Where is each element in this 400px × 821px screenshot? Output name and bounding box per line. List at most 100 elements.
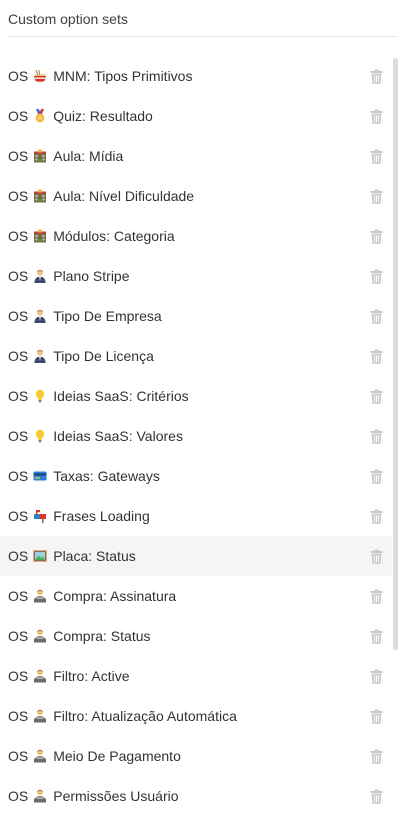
trash-icon[interactable] — [370, 149, 383, 164]
option-set-row[interactable]: OS MNM: Tipos Primitivos — [0, 56, 392, 96]
option-set-name: Meio De Pagamento — [53, 748, 181, 764]
option-set-prefix: OS — [8, 628, 29, 644]
trash-icon[interactable] — [370, 69, 383, 84]
option-set-prefix: OS — [8, 388, 29, 404]
trash-icon[interactable] — [370, 389, 383, 404]
option-set-row[interactable]: OS Tipo De Empresa — [0, 296, 392, 336]
trash-icon[interactable] — [370, 669, 383, 684]
option-set-name: Compra: Status — [53, 628, 151, 644]
option-set-prefix: OS — [8, 748, 29, 764]
option-set-row[interactable]: OS Filtro: Atualização Automática — [0, 696, 392, 736]
businessperson-icon — [33, 349, 47, 363]
medal-icon — [33, 109, 47, 123]
option-set-prefix: OS — [8, 548, 29, 564]
title-divider — [8, 36, 397, 37]
office-worker-icon — [33, 709, 47, 723]
option-set-prefix: OS — [8, 708, 29, 724]
option-set-row[interactable]: OS Compra: Assinatura — [0, 576, 392, 616]
school-building-icon — [33, 149, 47, 163]
light-bulb-icon — [33, 389, 47, 403]
trash-icon[interactable] — [370, 469, 383, 484]
option-set-name: Permissões Usuário — [53, 788, 179, 804]
option-set-row[interactable]: OS Meio De Pagamento — [0, 736, 392, 776]
trash-icon[interactable] — [370, 189, 383, 204]
option-set-name: Ideias SaaS: Critérios — [53, 388, 189, 404]
option-set-prefix: OS — [8, 148, 29, 164]
businessperson-icon — [33, 309, 47, 323]
trash-icon[interactable] — [370, 349, 383, 364]
option-set-name: Frases Loading — [53, 508, 150, 524]
trash-icon[interactable] — [370, 309, 383, 324]
option-set-prefix: OS — [8, 308, 29, 324]
option-set-row[interactable]: OS Plano Stripe — [0, 256, 392, 296]
trash-icon[interactable] — [370, 269, 383, 284]
trash-icon[interactable] — [370, 549, 383, 564]
option-set-prefix: OS — [8, 268, 29, 284]
ramen-bowl-icon — [33, 69, 47, 83]
option-set-prefix: OS — [8, 588, 29, 604]
option-set-row[interactable]: OS Ideias SaaS: Critérios — [0, 376, 392, 416]
trash-icon[interactable] — [370, 589, 383, 604]
option-set-name: Tipo De Licença — [53, 348, 154, 364]
option-set-row[interactable]: OS Frases Loading — [0, 496, 392, 536]
light-bulb-icon — [33, 429, 47, 443]
framed-picture-icon — [33, 549, 47, 563]
option-set-row[interactable]: OS Permissões Usuário — [0, 776, 392, 816]
option-set-prefix: OS — [8, 668, 29, 684]
option-set-row[interactable]: OS Tipo De Licença — [0, 336, 392, 376]
option-set-row[interactable]: OS Filtro: Active — [0, 656, 392, 696]
office-worker-icon — [33, 789, 47, 803]
option-set-prefix: OS — [8, 228, 29, 244]
option-set-name: Aula: Nível Dificuldade — [53, 188, 195, 204]
option-set-prefix: OS — [8, 68, 29, 84]
option-set-row[interactable]: OS Ideias SaaS: Valores — [0, 416, 392, 456]
option-set-name: Placa: Status — [53, 548, 136, 564]
option-set-name: MNM: Tipos Primitivos — [53, 68, 193, 84]
office-worker-icon — [33, 749, 47, 763]
school-building-icon — [33, 229, 47, 243]
option-set-prefix: OS — [8, 508, 29, 524]
businessperson-icon — [33, 269, 47, 283]
option-set-row[interactable]: OS Placa: Status — [0, 536, 392, 576]
trash-icon[interactable] — [370, 429, 383, 444]
panel-title: Custom option sets — [8, 11, 128, 27]
option-set-list: OS MNM: Tipos Primitivos OS Quiz: Resultado… — [0, 56, 392, 816]
option-set-row[interactable]: OS Aula: Nível Dificuldade — [0, 176, 392, 216]
trash-icon[interactable] — [370, 509, 383, 524]
trash-icon[interactable] — [370, 629, 383, 644]
credit-card-icon — [33, 469, 47, 483]
option-set-name: Filtro: Atualização Automática — [53, 708, 237, 724]
trash-icon[interactable] — [370, 109, 383, 124]
option-set-name: Aula: Mídia — [53, 148, 124, 164]
option-set-row[interactable]: OS Taxas: Gateways — [0, 456, 392, 496]
option-set-row[interactable]: OS Aula: Mídia — [0, 136, 392, 176]
option-set-prefix: OS — [8, 788, 29, 804]
trash-icon[interactable] — [370, 229, 383, 244]
option-set-name: Filtro: Active — [53, 668, 130, 684]
office-worker-icon — [33, 589, 47, 603]
option-set-prefix: OS — [8, 348, 29, 364]
trash-icon[interactable] — [370, 709, 383, 724]
school-building-icon — [33, 189, 47, 203]
option-set-prefix: OS — [8, 468, 29, 484]
office-worker-icon — [33, 669, 47, 683]
trash-icon[interactable] — [370, 789, 383, 804]
option-set-name: Compra: Assinatura — [53, 588, 177, 604]
scrollbar-thumb[interactable] — [393, 58, 398, 650]
option-set-name: Plano Stripe — [53, 268, 130, 284]
option-set-name: Ideias SaaS: Valores — [53, 428, 183, 444]
option-set-name: Tipo De Empresa — [53, 308, 162, 324]
option-set-name: Quiz: Resultado — [53, 108, 153, 124]
option-set-row[interactable]: OS Quiz: Resultado — [0, 96, 392, 136]
option-set-prefix: OS — [8, 108, 29, 124]
custom-option-sets-panel: Custom option sets OS MNM: Tipos Primitiv… — [0, 0, 400, 821]
option-set-name: Taxas: Gateways — [53, 468, 160, 484]
office-worker-icon — [33, 629, 47, 643]
option-set-row[interactable]: OS Módulos: Categoria — [0, 216, 392, 256]
option-set-row[interactable]: OS Compra: Status — [0, 616, 392, 656]
trash-icon[interactable] — [370, 749, 383, 764]
option-set-prefix: OS — [8, 428, 29, 444]
mailbox-flag-icon — [33, 509, 47, 523]
option-set-prefix: OS — [8, 188, 29, 204]
option-set-name: Módulos: Categoria — [53, 228, 175, 244]
